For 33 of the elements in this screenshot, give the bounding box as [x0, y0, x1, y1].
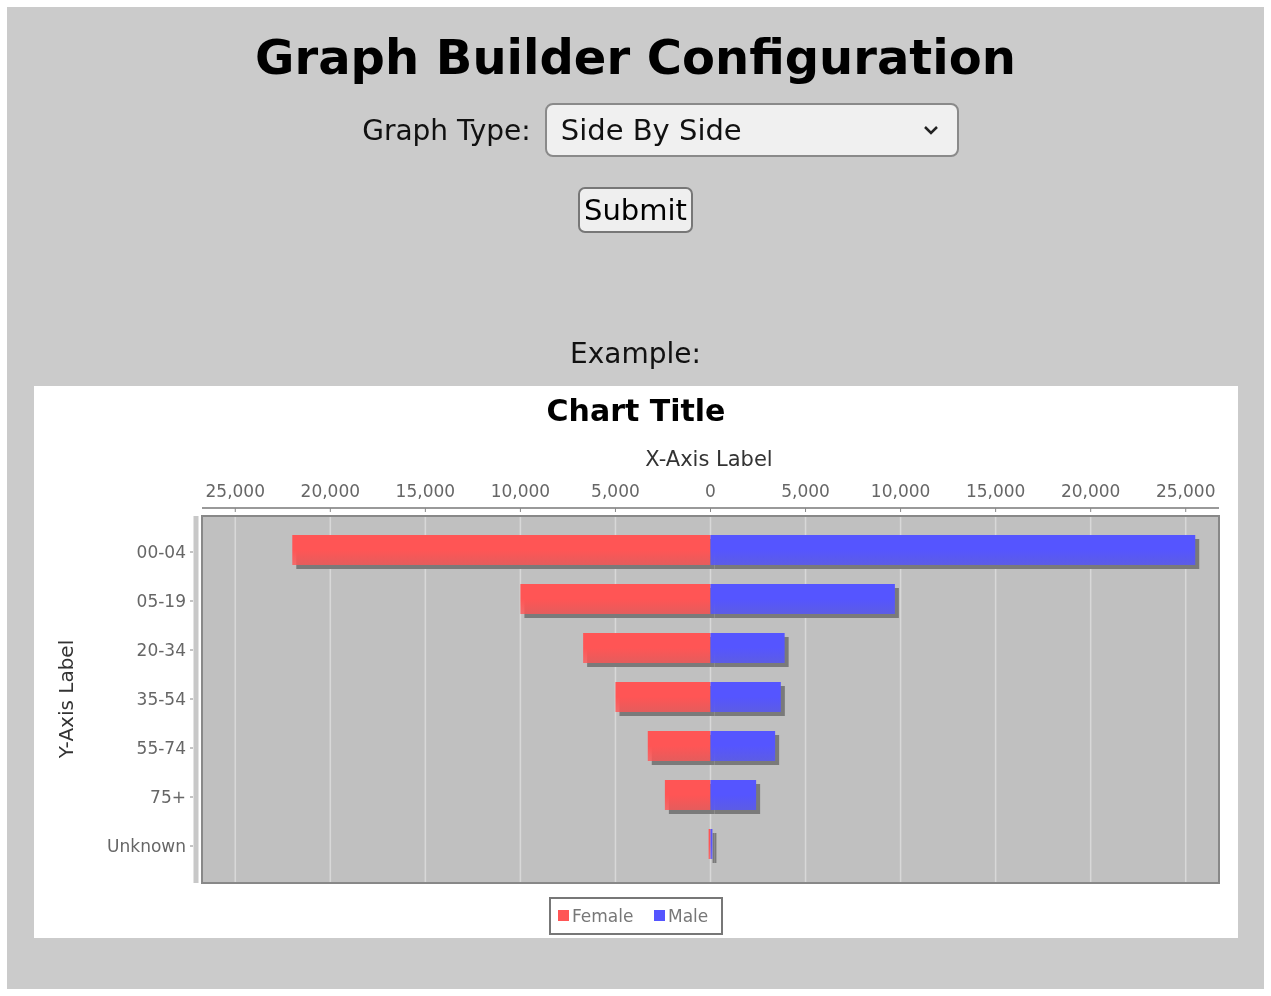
chevron-down-icon: [922, 125, 939, 135]
submit-button[interactable]: Submit: [578, 187, 693, 233]
tick-label: 10,000: [490, 481, 550, 501]
tick-label: 20,000: [300, 481, 360, 501]
graph-type-label: Graph Type:: [362, 113, 531, 147]
tick-label: 15,000: [395, 481, 455, 501]
tick-label: 5,000: [590, 481, 640, 501]
example-label: Example:: [570, 337, 701, 370]
graph-type-select[interactable]: Side By Side: [544, 103, 959, 157]
category-label: 75+: [149, 787, 186, 807]
category-label: 00-04: [136, 542, 186, 562]
y-axis-label: Y-Axis Label: [53, 639, 78, 759]
tick-label: 20,000: [1060, 481, 1120, 501]
bar: [710, 731, 779, 765]
category-label: 05-19: [136, 591, 186, 611]
chart-title: Chart Title: [546, 393, 725, 428]
tick-label: 25,000: [205, 481, 265, 501]
tick-label: 0: [704, 481, 716, 501]
category-label: Unknown: [106, 836, 186, 856]
bar: [647, 731, 714, 765]
x-axis-label: X-Axis Label: [644, 447, 773, 471]
category-label: 20-34: [136, 640, 186, 660]
tick-label: 5,000: [780, 481, 830, 501]
tick-label: 25,000: [1155, 481, 1215, 501]
bar: [664, 780, 714, 814]
tick-label: 15,000: [965, 481, 1025, 501]
legend-label: Female: [571, 906, 633, 926]
category-label: 35-54: [136, 689, 186, 709]
category-label: 55-74: [136, 738, 186, 758]
page-title: Graph Builder Configuration: [255, 29, 1016, 85]
tick-label: 10,000: [870, 481, 930, 501]
bar: [710, 780, 760, 814]
legend-label: Male: [667, 906, 708, 926]
